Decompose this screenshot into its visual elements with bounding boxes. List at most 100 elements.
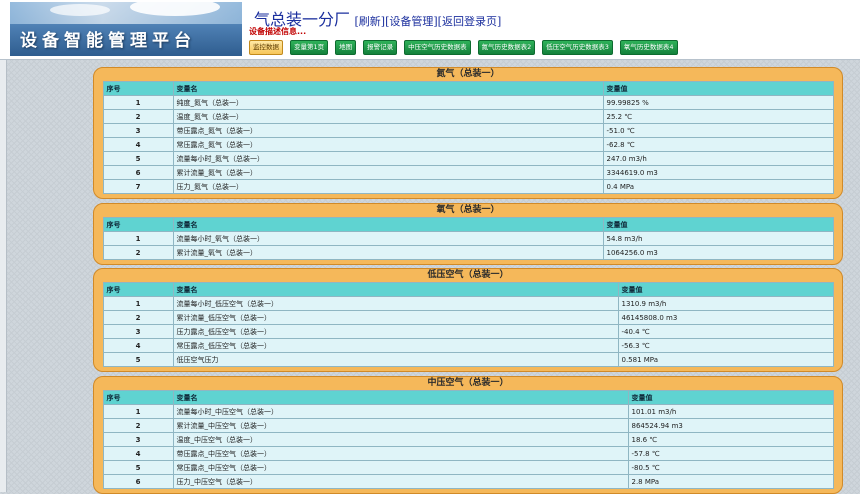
header-divider xyxy=(0,59,860,60)
column-header-index: 序号 xyxy=(102,282,174,297)
tab-alarm-records[interactable]: 报警记录 xyxy=(363,40,398,55)
variable-name: 流量每小时_低压空气（总装一） xyxy=(172,296,619,311)
row-index: 1 xyxy=(102,404,174,419)
tab-variables-page1[interactable]: 变量第1页 xyxy=(290,40,329,55)
row-index: 1 xyxy=(102,231,174,246)
tab-map[interactable]: 地图 xyxy=(335,40,357,55)
variables-table: 序号 变量名 变量值 1 流量每小时_低压空气（总装一） 1310.9 m3/h 2… xyxy=(102,282,834,367)
variable-value: 3344619.0 m3 xyxy=(602,165,834,180)
refresh-link[interactable]: [刷新] xyxy=(354,15,385,28)
column-header-value: 变量值 xyxy=(617,282,834,297)
variable-value: 0.4 MPa xyxy=(602,179,834,194)
row-index: 7 xyxy=(102,179,174,194)
table-row: 3 压力露点_低压空气（总装一） -40.4 ℃ xyxy=(102,324,834,339)
panel-title: 氧气（总装一） xyxy=(436,205,500,215)
panel-title: 中压空气（总装一） xyxy=(427,378,509,388)
table-row: 5 流量每小时_氮气（总装一） 247.0 m3/h xyxy=(102,151,834,166)
variable-name: 累计流量_氧气（总装一） xyxy=(172,245,604,260)
table-row: 1 流量每小时_低压空气（总装一） 1310.9 m3/h xyxy=(102,296,834,311)
table-row: 1 纯度_氮气（总装一） 99.99825 % xyxy=(102,95,834,110)
tab-nitrogen-history[interactable]: 氮气历史数据表2 xyxy=(477,40,536,55)
table-row: 3 温度_中压空气（总装一） 18.6 ℃ xyxy=(102,432,834,447)
variable-value: -62.8 ℃ xyxy=(602,137,834,152)
table-row: 4 常压露点_低压空气（总装一） -56.3 ℃ xyxy=(102,338,834,353)
variables-table: 序号 变量名 变量值 1 纯度_氮气（总装一） 99.99825 % 2 温度_氮气（… xyxy=(102,81,834,194)
column-header-name: 变量名 xyxy=(172,217,604,232)
variable-name: 压力露点_低压空气（总装一） xyxy=(172,324,619,339)
row-index: 2 xyxy=(102,245,174,260)
row-index: 2 xyxy=(102,310,174,325)
variable-value: 1310.9 m3/h xyxy=(617,296,834,311)
variable-value: 101.01 m3/h xyxy=(627,404,834,419)
row-index: 5 xyxy=(102,151,174,166)
column-header-value: 变量值 xyxy=(602,81,834,96)
table-row: 5 低压空气压力 0.581 MPa xyxy=(102,352,834,367)
table-row: 2 温度_氮气（总装一） 25.2 ℃ xyxy=(102,109,834,124)
variable-name: 常压露点_中压空气（总装一） xyxy=(172,460,629,475)
tab-medium-air-history[interactable]: 中压空气历史数据表 xyxy=(404,40,471,55)
column-header-value: 变量值 xyxy=(627,390,834,405)
variable-value: -51.0 ℃ xyxy=(602,123,834,138)
variable-name: 常压露点_氮气（总装一） xyxy=(172,137,604,152)
column-header-index: 序号 xyxy=(102,81,174,96)
variable-value: -40.4 ℃ xyxy=(617,324,834,339)
variable-name: 带压露点_氮气（总装一） xyxy=(172,123,604,138)
variables-table: 序号 变量名 变量值 1 流量每小时_中压空气（总装一） 101.01 m3/h 2… xyxy=(102,390,834,489)
variable-value: 1064256.0 m3 xyxy=(602,245,834,260)
table-row: 1 流量每小时_中压空气（总装一） 101.01 m3/h xyxy=(102,404,834,419)
left-frame-scrollbar[interactable] xyxy=(0,60,7,492)
device-description: 设备描述信息... xyxy=(249,27,307,36)
variable-name: 常压露点_低压空气（总装一） xyxy=(172,338,619,353)
table-header-row: 序号 变量名 变量值 xyxy=(102,282,834,297)
column-header-name: 变量名 xyxy=(172,81,604,96)
table-header-row: 序号 变量名 变量值 xyxy=(102,390,834,405)
variable-name: 压力_中压空气（总装一） xyxy=(172,474,629,489)
panel-title: 低压空气（总装一） xyxy=(427,270,509,280)
variable-value: 99.99825 % xyxy=(602,95,834,110)
table-row: 1 流量每小时_氧气（总装一） 54.8 m3/h xyxy=(102,231,834,246)
device-management-link[interactable]: [设备管理] xyxy=(385,15,438,28)
panel-medium-pressure-air: 中压空气（总装一） 序号 变量名 变量值 1 流量每小时_中压空气（总装一） 101… xyxy=(93,376,843,494)
variable-value: 2.8 MPa xyxy=(627,474,834,489)
row-index: 3 xyxy=(102,123,174,138)
row-index: 2 xyxy=(102,109,174,124)
row-index: 5 xyxy=(102,352,174,367)
tab-bar: 监控数据 变量第1页 地图 报警记录 中压空气历史数据表 氮气历史数据表2 低压… xyxy=(249,40,678,55)
variable-value: 46145808.0 m3 xyxy=(617,310,834,325)
variable-name: 累计流量_低压空气（总装一） xyxy=(172,310,619,325)
column-header-index: 序号 xyxy=(102,217,174,232)
variable-name: 温度_氮气（总装一） xyxy=(172,109,604,124)
variable-name: 纯度_氮气（总装一） xyxy=(172,95,604,110)
panel-title: 氮气（总装一） xyxy=(436,69,500,79)
row-index: 6 xyxy=(102,165,174,180)
tab-oxygen-history[interactable]: 氧气历史数据表4 xyxy=(619,40,678,55)
tab-low-air-history[interactable]: 低压空气历史数据表3 xyxy=(542,40,613,55)
row-index: 3 xyxy=(102,324,174,339)
row-index: 4 xyxy=(102,137,174,152)
variable-value: -56.3 ℃ xyxy=(617,338,834,353)
logo-title: 设备智能管理平台 xyxy=(20,31,196,51)
row-index: 4 xyxy=(102,446,174,461)
variable-name: 低压空气压力 xyxy=(172,352,619,367)
variable-name: 压力_氮气（总装一） xyxy=(172,179,604,194)
table-row: 6 压力_中压空气（总装一） 2.8 MPa xyxy=(102,474,834,489)
panel-oxygen: 氧气（总装一） 序号 变量名 变量值 1 流量每小时_氧气（总装一） 54.8 m3… xyxy=(93,203,843,265)
variable-value: 54.8 m3/h xyxy=(602,231,834,246)
table-row: 2 累计流量_低压空气（总装一） 46145808.0 m3 xyxy=(102,310,834,325)
table-row: 2 累计流量_中压空气（总装一） 864524.94 m3 xyxy=(102,418,834,433)
variable-name: 流量每小时_氮气（总装一） xyxy=(172,151,604,166)
variable-name: 流量每小时_中压空气（总装一） xyxy=(172,404,629,419)
row-index: 6 xyxy=(102,474,174,489)
table-row: 6 累计流量_氮气（总装一） 3344619.0 m3 xyxy=(102,165,834,180)
tab-monitor-data[interactable]: 监控数据 xyxy=(249,40,283,55)
logo-cloud xyxy=(50,4,110,16)
variable-value: -57.8 ℃ xyxy=(627,446,834,461)
table-row: 4 带压露点_中压空气（总装一） -57.8 ℃ xyxy=(102,446,834,461)
variable-name: 流量每小时_氧气（总装一） xyxy=(172,231,604,246)
column-header-value: 变量值 xyxy=(602,217,834,232)
variable-value: 247.0 m3/h xyxy=(602,151,834,166)
column-header-index: 序号 xyxy=(102,390,174,405)
table-row: 5 常压露点_中压空气（总装一） -80.5 ℃ xyxy=(102,460,834,475)
variable-name: 累计流量_中压空气（总装一） xyxy=(172,418,629,433)
back-to-login-link[interactable]: [返回登录页] xyxy=(438,15,502,28)
